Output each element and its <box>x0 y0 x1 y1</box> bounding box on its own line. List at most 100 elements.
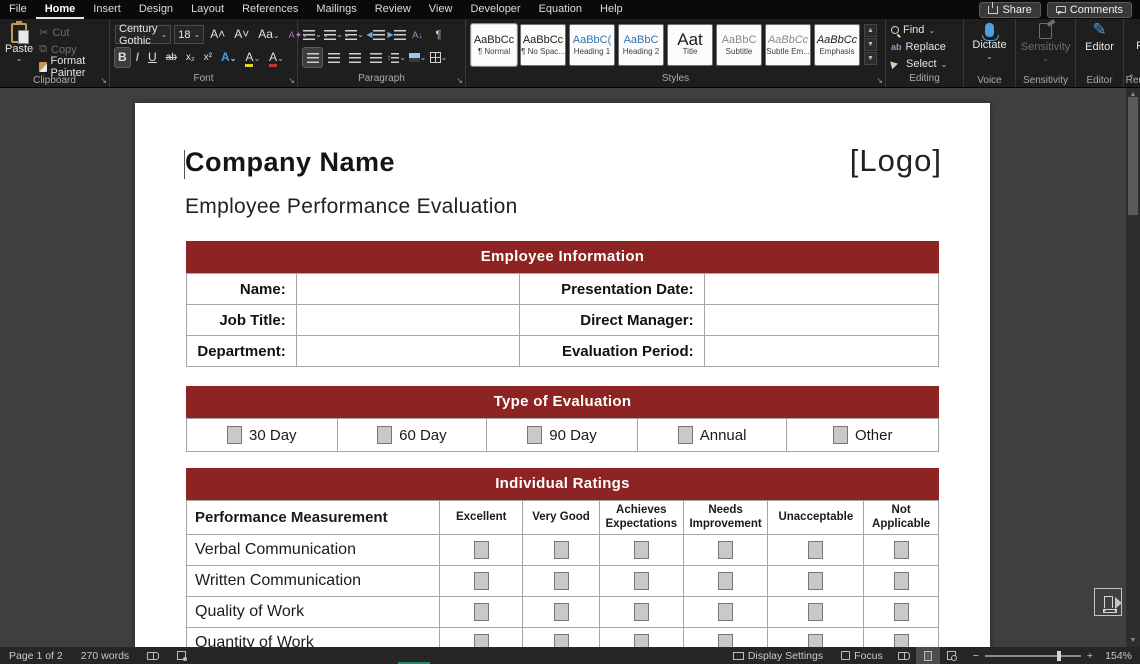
document-subtitle[interactable]: Employee Performance Evaluation <box>185 195 518 219</box>
type-checkbox[interactable] <box>377 426 393 444</box>
rating-checkbox[interactable] <box>473 603 489 621</box>
rating-checkbox[interactable] <box>718 572 734 590</box>
select-button[interactable]: Select ⌄ <box>890 56 958 72</box>
presentation-date-value-cell[interactable] <box>705 274 938 304</box>
rating-checkbox[interactable] <box>473 541 489 559</box>
bullet-list-button[interactable]: ⌄ <box>303 25 322 44</box>
evaluation-period-value-cell[interactable] <box>705 336 938 366</box>
borders-button[interactable]: ⌄ <box>429 48 448 67</box>
option-label[interactable]: 60 Day <box>399 427 447 444</box>
superscript-button[interactable]: x² <box>201 48 215 67</box>
cut-button[interactable]: ✂ Cut <box>39 25 104 40</box>
rating-checkbox[interactable] <box>553 603 569 621</box>
read-mode-button[interactable] <box>892 647 916 664</box>
tab-developer[interactable]: Developer <box>461 0 529 19</box>
rating-checkbox[interactable] <box>893 603 909 621</box>
col-not-applicable[interactable]: Not Applicable <box>864 501 938 534</box>
text-effects-button[interactable]: A⌄ <box>218 48 239 67</box>
rating-checkbox[interactable] <box>808 634 824 647</box>
col-excellent[interactable]: Excellent <box>440 501 524 534</box>
web-layout-button[interactable] <box>940 647 964 664</box>
zoom-slider[interactable] <box>984 650 1081 661</box>
name-value-cell[interactable] <box>297 274 521 304</box>
department-value-cell[interactable] <box>297 336 521 366</box>
type-checkbox[interactable] <box>677 426 693 444</box>
tab-references[interactable]: References <box>233 0 307 19</box>
department-label-cell[interactable]: Department: <box>187 336 297 366</box>
rating-checkbox[interactable] <box>553 572 569 590</box>
sort-button[interactable]: A↓ <box>408 25 427 44</box>
text-highlight-button[interactable]: A⌄ <box>242 48 263 67</box>
direct-manager-label-cell[interactable]: Direct Manager: <box>520 305 705 335</box>
direct-manager-value-cell[interactable] <box>705 305 938 335</box>
page-indicator[interactable]: Page 1 of 2 <box>0 647 72 664</box>
tab-design[interactable]: Design <box>130 0 182 19</box>
rating-checkbox[interactable] <box>718 603 734 621</box>
paste-button[interactable]: Paste ⌄ <box>5 21 33 74</box>
change-case-button[interactable]: Aa⌄ <box>255 25 282 44</box>
collapse-ribbon-button[interactable]: ⌃ <box>1127 73 1135 84</box>
logo-placeholder[interactable]: [Logo] <box>850 143 942 179</box>
tab-insert[interactable]: Insert <box>84 0 130 19</box>
rating-checkbox[interactable] <box>633 603 649 621</box>
tab-view[interactable]: View <box>420 0 462 19</box>
shading-button[interactable]: ⌄ <box>408 48 427 67</box>
shrink-font-button[interactable]: A˅ <box>231 25 252 44</box>
rating-checkbox[interactable] <box>893 634 909 647</box>
align-left-button[interactable] <box>302 47 323 68</box>
rating-checkbox[interactable] <box>633 634 649 647</box>
bold-button[interactable]: B <box>114 47 131 68</box>
style-heading-1[interactable]: AaBbC( Heading 1 <box>569 24 615 66</box>
type-of-evaluation-header[interactable]: Type of Evaluation <box>186 386 939 418</box>
option-label[interactable]: Annual <box>700 427 747 444</box>
zoom-out-button[interactable]: − <box>964 647 979 664</box>
job-title-label-cell[interactable]: Job Title: <box>187 305 297 335</box>
focus-mode-button[interactable]: Focus <box>832 647 892 664</box>
style-heading-2[interactable]: AaBbC Heading 2 <box>618 24 664 66</box>
align-center-button[interactable] <box>324 48 343 67</box>
zoom-in-button[interactable]: + <box>1087 647 1102 664</box>
align-right-button[interactable] <box>345 48 364 67</box>
rating-row-label[interactable]: Written Communication <box>187 566 441 596</box>
job-title-value-cell[interactable] <box>297 305 521 335</box>
format-painter-button[interactable]: Format Painter <box>39 55 104 79</box>
name-label-cell[interactable]: Name: <box>187 274 297 304</box>
tab-file[interactable]: File <box>0 0 36 19</box>
rating-checkbox[interactable] <box>893 541 909 559</box>
italic-button[interactable]: I <box>133 48 142 67</box>
style-no-spacing[interactable]: AaBbCc ¶ No Spac... <box>520 24 566 66</box>
macro-recording-button[interactable] <box>168 647 195 664</box>
strikethrough-button[interactable]: ab <box>163 48 180 67</box>
rating-checkbox[interactable] <box>473 572 489 590</box>
reuse-files-button[interactable]: Reuse Files <box>1124 19 1140 74</box>
style-subtle-emphasis[interactable]: AaBbCc Subtle Em... <box>765 24 811 66</box>
rating-checkbox[interactable] <box>633 572 649 590</box>
zoom-slider-thumb[interactable] <box>1056 650 1061 661</box>
style-subtitle[interactable]: AaBbC Subtitle <box>716 24 762 66</box>
grow-font-button[interactable]: A˄ <box>207 25 228 44</box>
type-checkbox[interactable] <box>527 426 543 444</box>
option-label[interactable]: 90 Day <box>549 427 597 444</box>
style-emphasis[interactable]: AaBbCc Emphasis <box>814 24 860 66</box>
rating-row-label[interactable]: Verbal Communication <box>187 535 441 565</box>
rating-checkbox[interactable] <box>633 541 649 559</box>
rating-checkbox[interactable] <box>893 572 909 590</box>
subscript-button[interactable]: x₂ <box>183 48 198 67</box>
option-label[interactable]: Other <box>855 427 893 444</box>
multilevel-list-button[interactable]: ⌄ <box>345 25 364 44</box>
employee-information-header[interactable]: Employee Information <box>186 241 939 273</box>
tab-layout[interactable]: Layout <box>182 0 233 19</box>
col-achieves-expectations[interactable]: Achieves Expectations <box>600 501 684 534</box>
scroll-down-arrow[interactable]: ▼ <box>1126 634 1140 647</box>
zoom-percentage[interactable]: 154% <box>1102 650 1140 662</box>
tab-review[interactable]: Review <box>366 0 420 19</box>
show-formatting-marks-button[interactable]: ¶ <box>429 25 448 44</box>
vertical-scrollbar[interactable]: ▲ ▼ <box>1126 88 1140 647</box>
tab-help[interactable]: Help <box>591 0 632 19</box>
resume-reading-flag[interactable] <box>1094 588 1122 616</box>
rating-checkbox[interactable] <box>553 541 569 559</box>
display-settings-button[interactable]: Display Settings <box>724 647 832 664</box>
type-checkbox[interactable] <box>832 426 848 444</box>
rating-row-label[interactable]: Quality of Work <box>187 597 441 627</box>
col-needs-improvement[interactable]: Needs Improvement <box>684 501 769 534</box>
